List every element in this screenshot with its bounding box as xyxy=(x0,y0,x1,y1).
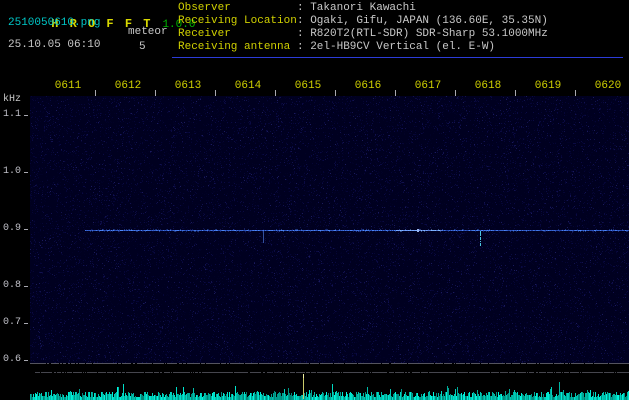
freq-tick-mark xyxy=(24,286,28,287)
time-tick-label: 0618 xyxy=(474,80,502,92)
time-tick-label: 0615 xyxy=(294,80,322,92)
freq-unit-label: kHz xyxy=(3,94,22,105)
observation-timestamp: 25.10.05 06:10 xyxy=(8,39,101,51)
observer-info: Observer : Takanori Kawachi Receiving Loca… xyxy=(178,2,548,54)
time-tick-label: 0612 xyxy=(114,80,142,92)
output-file-name: 2510050610.png xyxy=(8,17,101,29)
info-underline xyxy=(172,57,623,58)
info-value: : 2el-HB9CV Vertical (el. E-W) xyxy=(297,41,496,53)
info-label: Receiving Location xyxy=(178,15,297,27)
info-value: : Ogaki, Gifu, JAPAN (136.60E, 35.35N) xyxy=(297,15,548,27)
hrofft-window: H R O F F T 1.0.0 2510050610.png meteor 2… xyxy=(0,0,629,400)
count-value: 5 xyxy=(139,41,146,53)
info-value: : R820T2(RTL-SDR) SDR-Sharp 53.1000MHz xyxy=(297,28,548,40)
time-tick-label: 0613 xyxy=(174,80,202,92)
freq-tick-label: 0.9 xyxy=(2,223,21,234)
freq-tick-label: 0.8 xyxy=(2,280,21,291)
freq-tick-label: 0.7 xyxy=(2,317,21,328)
freq-tick-mark xyxy=(24,323,28,324)
freq-tick-label: 1.1 xyxy=(2,109,21,120)
mode-label: meteor xyxy=(128,26,168,38)
freq-tick-mark xyxy=(24,360,28,361)
freq-tick-mark xyxy=(24,172,28,173)
time-tick-label: 0617 xyxy=(414,80,442,92)
info-row: Receiver : R820T2(RTL-SDR) SDR-Sharp 53.1… xyxy=(178,28,548,41)
info-value: : Takanori Kawachi xyxy=(297,2,416,14)
info-label: Observer xyxy=(178,2,231,14)
time-tick-label: 0611 xyxy=(54,80,82,92)
info-label: Receiver xyxy=(178,28,231,40)
info-row: Receiving antenna : 2el-HB9CV Vertical (e… xyxy=(178,41,548,54)
freq-tick-label: 0.6 xyxy=(2,354,21,365)
time-tick-label: 0616 xyxy=(354,80,382,92)
freq-tick-label: 1.0 xyxy=(2,166,21,177)
info-label: Receiving antenna xyxy=(178,41,291,53)
time-tick-label: 0619 xyxy=(534,80,562,92)
info-row: Receiving Location: Ogaki, Gifu, JAPAN (… xyxy=(178,15,548,28)
info-row: Observer : Takanori Kawachi xyxy=(178,2,548,15)
freq-tick-mark xyxy=(24,115,28,116)
time-tick-label: 0620 xyxy=(594,80,622,92)
spectrogram-canvas xyxy=(30,96,629,400)
freq-tick-mark xyxy=(24,229,28,230)
time-tick-label: 0614 xyxy=(234,80,262,92)
